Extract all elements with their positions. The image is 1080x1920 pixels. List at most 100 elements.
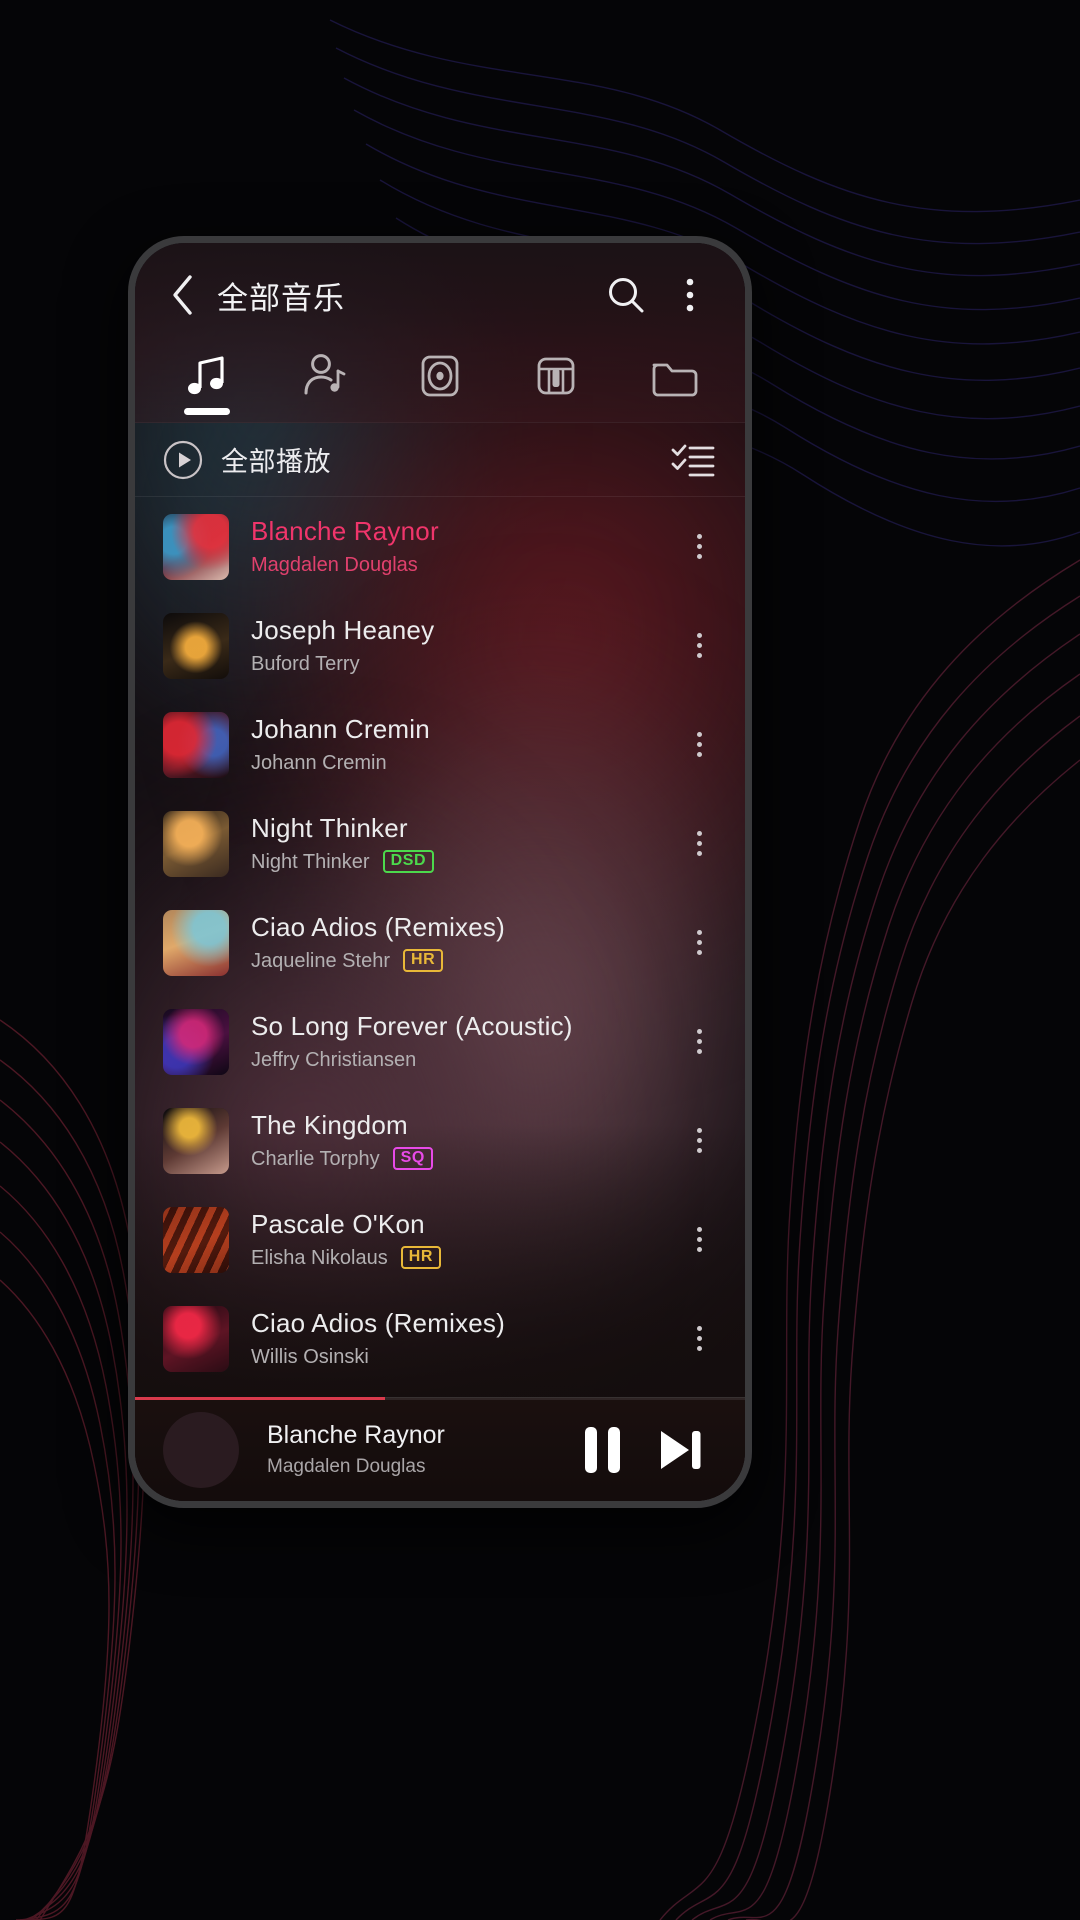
skip-next-icon <box>661 1430 701 1469</box>
song-title: Blanche Raynor <box>251 517 439 547</box>
song-meta: Blanche Raynor Magdalen Douglas <box>251 517 671 575</box>
song-artist: Buford Terry <box>251 652 360 675</box>
playback-progress-bar[interactable] <box>135 1397 745 1400</box>
song-row[interactable]: Blanche Raynor Magdalen Douglas <box>135 497 745 596</box>
artwork-image <box>163 1107 229 1174</box>
more-vertical-icon <box>696 633 702 638</box>
song-subline: Jeffry Christiansen <box>251 1049 671 1071</box>
song-artwork <box>163 1008 229 1075</box>
music-note-icon <box>188 356 224 395</box>
more-vertical-icon <box>696 1336 702 1341</box>
song-title: Johann Cremin <box>251 715 430 745</box>
more-vertical-icon <box>696 1247 702 1252</box>
more-vertical-icon <box>696 1237 702 1242</box>
phone-frame: 全部音乐 全部播放 Blanche Raynor Magdalen Dougla… <box>128 236 752 1508</box>
song-title: The Kingdom <box>251 1110 408 1140</box>
next-button[interactable] <box>641 1411 719 1489</box>
song-meta: The Kingdom Charlie Torphy SQ <box>251 1111 671 1171</box>
song-row[interactable]: So Long Forever (Acoustic) Jeffry Christi… <box>135 992 745 1091</box>
song-meta: Pascale O'Kon Elisha Nikolaus HR <box>251 1210 671 1270</box>
more-vertical-icon <box>696 534 702 539</box>
song-artist: Charlie Torphy <box>251 1147 380 1170</box>
song-meta: So Long Forever (Acoustic) Jeffry Christi… <box>251 1012 671 1070</box>
now-playing-meta: Blanche Raynor Magdalen Douglas <box>267 1421 563 1478</box>
song-overflow-button[interactable] <box>671 509 727 585</box>
more-vertical-icon <box>696 1227 702 1232</box>
song-row[interactable]: Joseph Heaney Buford Terry <box>135 596 745 695</box>
artwork-image <box>163 612 229 679</box>
more-vertical-icon <box>696 742 702 747</box>
more-vertical-icon <box>696 940 702 945</box>
song-subline: Night Thinker DSD <box>251 849 671 874</box>
song-row[interactable]: Ciao Adios (Remixes) Jaqueline Stehr HR <box>135 893 745 992</box>
back-button[interactable] <box>161 273 205 317</box>
song-overflow-button[interactable] <box>671 1202 727 1278</box>
playback-progress-fill <box>135 1397 386 1400</box>
song-artist: Night Thinker <box>251 850 370 873</box>
pause-button[interactable] <box>563 1411 641 1489</box>
now-playing-artwork[interactable] <box>163 1411 239 1488</box>
play-all-row[interactable]: 全部播放 <box>135 423 745 497</box>
artwork-image <box>163 513 229 580</box>
more-vertical-icon <box>696 950 702 955</box>
app-header: 全部音乐 <box>135 243 745 347</box>
artwork-image <box>163 909 229 976</box>
multiselect-button[interactable] <box>667 434 719 486</box>
song-subline: Elisha Nikolaus HR <box>251 1245 671 1270</box>
song-overflow-button[interactable] <box>671 1301 727 1377</box>
song-artist: Willis Osinski <box>251 1345 369 1368</box>
song-row[interactable]: Night Thinker Night Thinker DSD <box>135 794 745 893</box>
play-all-label: 全部播放 <box>221 447 331 477</box>
more-vertical-icon <box>696 643 702 648</box>
album-disc-icon <box>421 355 459 397</box>
tab-folders[interactable] <box>615 347 731 423</box>
song-overflow-button[interactable] <box>671 905 727 981</box>
more-vertical-icon <box>696 1346 702 1351</box>
song-title: Ciao Adios (Remixes) <box>251 1309 505 1339</box>
tab-artists[interactable] <box>265 347 381 423</box>
now-playing-title: Blanche Raynor <box>267 1421 445 1449</box>
more-vertical-icon <box>696 831 702 836</box>
song-row[interactable]: Ciao Adios (Remixes) Willis Osinski <box>135 1289 745 1388</box>
overflow-menu-button[interactable] <box>663 268 717 322</box>
song-title: Night Thinker <box>251 813 408 843</box>
more-vertical-icon <box>696 732 702 737</box>
song-artwork <box>163 612 229 679</box>
artist-icon <box>304 354 346 395</box>
pause-icon <box>584 1426 620 1473</box>
tab-songs[interactable] <box>149 347 265 423</box>
tab-albums[interactable] <box>382 347 498 423</box>
more-vertical-icon <box>696 1049 702 1054</box>
more-vertical-icon <box>696 544 702 549</box>
song-overflow-button[interactable] <box>671 1103 727 1179</box>
song-overflow-button[interactable] <box>671 806 727 882</box>
tab-genres[interactable] <box>498 347 614 423</box>
song-artist: Magdalen Douglas <box>251 553 418 576</box>
song-overflow-button[interactable] <box>671 1004 727 1080</box>
song-row[interactable]: Pascale O'Kon Elisha Nikolaus HR <box>135 1190 745 1289</box>
song-artwork <box>163 1305 229 1372</box>
search-button[interactable] <box>599 268 653 322</box>
song-row[interactable]: The Kingdom Charlie Torphy SQ <box>135 1091 745 1190</box>
song-subline: Magdalen Douglas <box>251 554 671 576</box>
more-vertical-icon <box>696 554 702 559</box>
song-overflow-button[interactable] <box>671 707 727 783</box>
song-subline: Jaqueline Stehr HR <box>251 948 671 973</box>
song-row[interactable]: Johann Cremin Johann Cremin <box>135 695 745 794</box>
song-artwork <box>163 909 229 976</box>
quality-badge-hr: HR <box>402 948 444 973</box>
artwork-image <box>163 711 229 778</box>
song-meta: Johann Cremin Johann Cremin <box>251 715 671 773</box>
song-artwork <box>163 1206 229 1273</box>
now-playing-bar[interactable]: Blanche Raynor Magdalen Douglas <box>135 1397 745 1501</box>
song-overflow-button[interactable] <box>671 608 727 684</box>
song-list[interactable]: Blanche Raynor Magdalen Douglas Joseph Hea… <box>135 497 745 1397</box>
song-subline: Buford Terry <box>251 653 671 675</box>
more-vertical-icon <box>696 1039 702 1044</box>
more-vertical-icon <box>696 1029 702 1034</box>
more-vertical-icon <box>696 841 702 846</box>
chevron-left-icon <box>173 275 192 315</box>
search-icon <box>609 278 644 313</box>
song-meta: Ciao Adios (Remixes) Jaqueline Stehr HR <box>251 913 671 973</box>
more-vertical-icon <box>686 278 694 312</box>
